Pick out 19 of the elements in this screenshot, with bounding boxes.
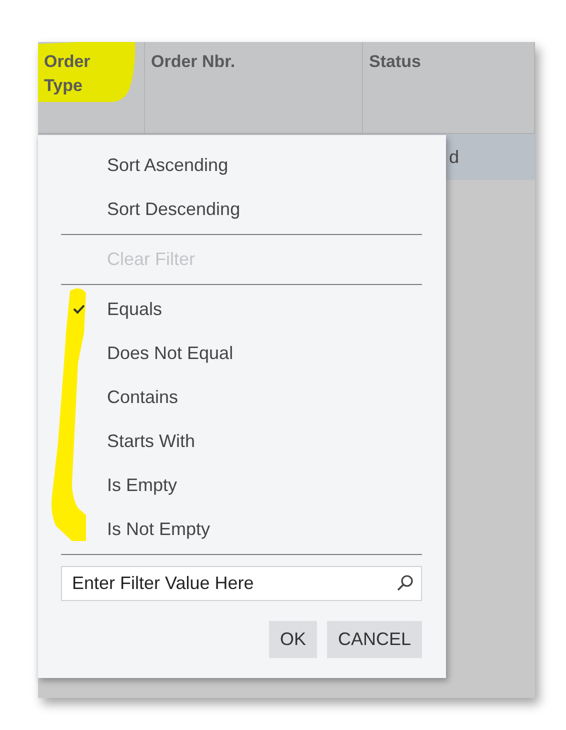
column-title: Status — [369, 51, 421, 73]
filter-field[interactable]: Enter Filter Value Here — [61, 566, 422, 601]
column-title: Order Nbr. — [151, 51, 236, 73]
ok-button[interactable]: OK — [268, 621, 317, 658]
menu-item[interactable]: Is Not Empty — [107, 518, 210, 540]
column-header[interactable]: Status — [363, 42, 535, 133]
menu-item[interactable]: Does Not Equal — [107, 342, 234, 364]
menu-item[interactable]: Contains — [107, 386, 178, 408]
column-header[interactable]: Order Nbr. — [145, 42, 363, 133]
column-title: Order Type — [44, 51, 92, 97]
menu-item[interactable]: Starts With — [107, 430, 196, 452]
cancel-button[interactable]: CANCEL — [326, 621, 422, 658]
menu-item[interactable]: Equals — [107, 298, 162, 320]
search-icon[interactable] — [396, 574, 414, 592]
menu-item[interactable]: Is Empty — [107, 474, 178, 496]
column-header[interactable]: Order Type — [38, 42, 145, 133]
menu-item[interactable]: Sort Descending — [107, 198, 240, 220]
menu-item[interactable]: Sort Ascending — [107, 154, 228, 176]
row-text: d — [449, 146, 460, 168]
